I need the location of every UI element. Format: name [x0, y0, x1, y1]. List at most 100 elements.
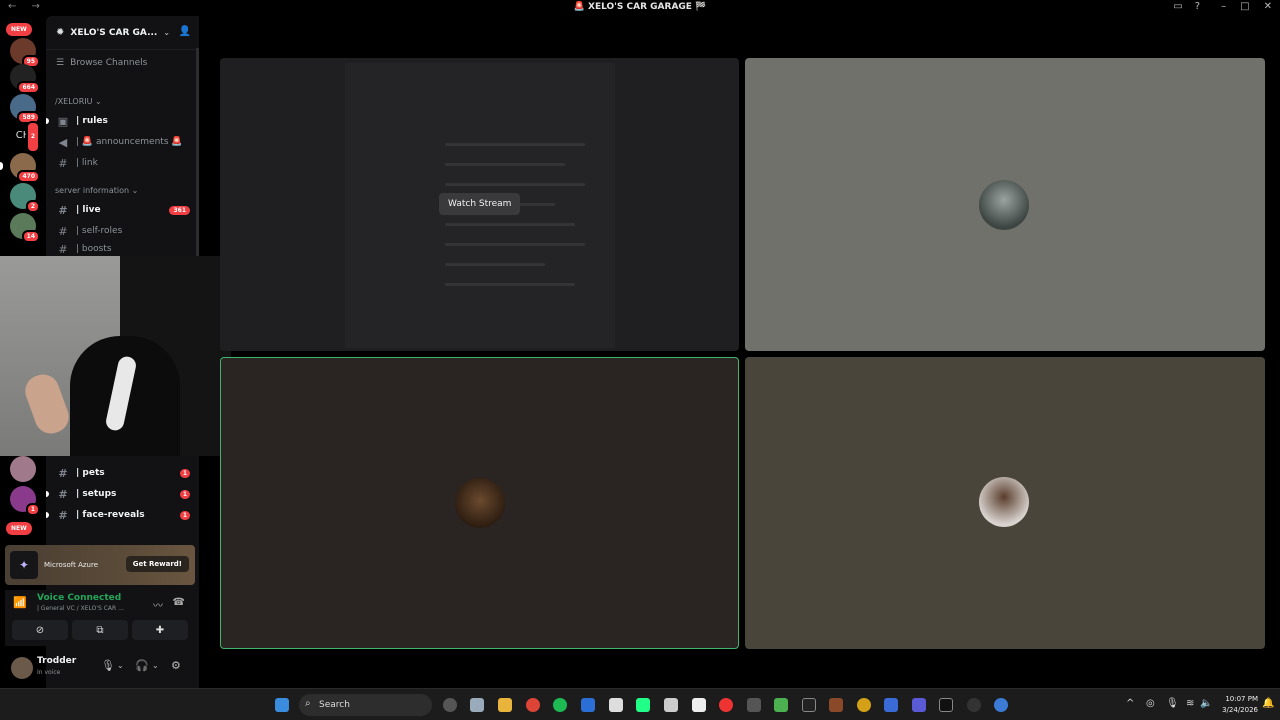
channel-self-roles[interactable]: # | self-roles — [56, 222, 196, 240]
clock[interactable]: 10:07 PM 3/24/2026 — [1222, 694, 1258, 716]
invite-icon[interactable]: 👤 — [179, 26, 191, 37]
app-icon[interactable] — [857, 698, 871, 712]
gear-icon[interactable]: ⚙ — [171, 659, 181, 672]
app-icon[interactable] — [912, 698, 926, 712]
app-icon[interactable] — [636, 698, 650, 712]
wifi-icon[interactable]: ≋ — [1186, 698, 1194, 709]
list-icon: ☰ — [56, 58, 65, 68]
user-status: In voice — [37, 669, 61, 676]
chevron-down-icon[interactable]: ⌄ — [152, 661, 159, 670]
noise-suppression-icon[interactable]: 〰 — [153, 597, 163, 612]
server-settings-icon: ✹ — [56, 27, 65, 38]
server-icon[interactable]: 95 — [10, 38, 40, 68]
server-badge: 2 — [25, 200, 40, 213]
channel-rules[interactable]: ▣ | rules — [46, 112, 196, 130]
server-header[interactable]: ✹ XELO'S CAR GA... ⌄ 👤 — [46, 16, 199, 50]
minimize-button[interactable]: – — [1221, 1, 1226, 12]
activities-button[interactable]: ✚ — [132, 620, 188, 640]
channel-live[interactable]: # | live 361 — [56, 201, 196, 219]
tray-app-icon[interactable]: ◎ — [1146, 698, 1155, 709]
channel-pets[interactable]: # | pets 1 — [56, 464, 196, 482]
avatar[interactable] — [11, 657, 33, 679]
promo-name: Microsoft Azure — [44, 561, 99, 569]
unread-pip — [46, 491, 49, 497]
headphones-icon[interactable]: 🎧 — [135, 659, 149, 672]
microphone-icon[interactable]: 🎙 — [1166, 698, 1179, 709]
app-icon[interactable] — [747, 698, 761, 712]
help-icon[interactable]: ? — [1195, 1, 1200, 12]
watch-stream-button[interactable]: Watch Stream — [439, 193, 521, 215]
new-badge-bottom[interactable]: NEW — [6, 522, 32, 535]
voice-status[interactable]: Voice Connected — [37, 593, 121, 603]
app-icon[interactable] — [829, 698, 843, 712]
server-icon[interactable]: 589 — [10, 94, 40, 124]
app-icon[interactable] — [470, 698, 484, 712]
channel-setups[interactable]: # | setups 1 — [46, 485, 196, 503]
category-header[interactable]: server information ⌄ — [55, 186, 138, 195]
app-icon[interactable] — [939, 698, 953, 712]
browse-channels[interactable]: ☰ Browse Channels — [56, 58, 147, 68]
close-button[interactable]: ✕ — [1264, 1, 1272, 12]
app-icon[interactable] — [994, 698, 1008, 712]
app-icon[interactable] — [692, 698, 706, 712]
app-icon[interactable] — [581, 698, 595, 712]
file-explorer-icon[interactable] — [498, 698, 512, 712]
sidebar-scrollbar[interactable] — [196, 48, 199, 273]
window-title-text: XELO'S CAR GARAGE — [588, 2, 692, 12]
notification-icon[interactable]: 🔔 — [1262, 698, 1274, 709]
promo-card: ✦ Microsoft Azure Get Reward! — [5, 545, 195, 585]
discord-icon[interactable] — [609, 698, 623, 712]
minecraft-icon[interactable] — [774, 698, 788, 712]
start-icon[interactable] — [275, 698, 289, 712]
channel-boosts[interactable]: # | boosts — [56, 243, 196, 255]
search-box[interactable]: ⌕ Search — [299, 694, 432, 716]
server-icon[interactable]: 470 — [10, 153, 40, 183]
server-icon[interactable]: 14 — [10, 213, 40, 243]
channel-label: | 🚨 announcements 🚨 — [76, 137, 183, 147]
channel-face-reveals[interactable]: # | face-reveals 1 — [46, 506, 196, 524]
title-bar: ← → 🚨 XELO'S CAR GARAGE 🏁 ▭ ? – □ ✕ — [0, 0, 1280, 16]
channel-label: | self-roles — [76, 226, 123, 236]
chevron-up-icon[interactable]: ^ — [1126, 698, 1134, 709]
volume-icon[interactable]: 🔈 — [1200, 698, 1212, 709]
channel-announcements[interactable]: ◀ | 🚨 announcements 🚨 — [56, 133, 196, 151]
signal-icon[interactable]: 📶 — [13, 596, 27, 609]
channel-link[interactable]: # | link — [56, 154, 196, 172]
stream-tile[interactable]: Watch Stream — [220, 58, 739, 351]
new-badge-top[interactable]: NEW — [6, 23, 32, 36]
maximize-button[interactable]: □ — [1240, 1, 1249, 12]
voice-channel[interactable]: | General VC / XELO'S CAR ... — [37, 605, 124, 612]
app-icon[interactable] — [884, 698, 898, 712]
search-icon: ⌕ — [305, 698, 311, 709]
spotify-icon[interactable] — [553, 698, 567, 712]
app-icon[interactable] — [443, 698, 457, 712]
participant-tile[interactable] — [745, 357, 1265, 649]
server-name: XELO'S CAR GA... — [70, 27, 158, 38]
microphone-icon[interactable]: 🎙 — [101, 659, 115, 672]
server-icon[interactable]: 2 — [10, 183, 40, 213]
app-icon[interactable] — [967, 698, 981, 712]
preview-row — [445, 163, 565, 166]
get-reward-button[interactable]: Get Reward! — [125, 556, 189, 572]
window-title: 🚨 XELO'S CAR GARAGE 🏁 — [573, 2, 707, 12]
server-icon[interactable] — [10, 456, 36, 482]
chevron-down-icon[interactable]: ⌄ — [117, 661, 124, 670]
username[interactable]: Trodder — [37, 656, 76, 666]
inbox-icon[interactable]: ▭ — [1173, 1, 1182, 12]
server-icon[interactable]: 664 — [10, 64, 40, 94]
category-header[interactable]: /XELORIU ⌄ — [55, 97, 102, 106]
disconnect-icon[interactable]: ☎ — [173, 597, 185, 608]
participant-tile[interactable] — [745, 58, 1265, 351]
app-icon[interactable] — [802, 698, 816, 712]
app-icon[interactable] — [664, 698, 678, 712]
server-icon[interactable]: CH 2 — [10, 121, 40, 153]
browse-channels-label: Browse Channels — [70, 58, 148, 68]
participant-tile-speaking[interactable] — [220, 357, 739, 649]
hash-icon: # — [58, 203, 68, 217]
channel-label: | pets — [76, 468, 105, 478]
app-icon[interactable] — [719, 698, 733, 712]
screen-share-button[interactable]: ⧉ — [72, 620, 128, 640]
camera-button[interactable]: ⊘ — [12, 620, 68, 640]
server-icon[interactable]: 1 — [10, 486, 40, 516]
chrome-icon[interactable] — [526, 698, 540, 712]
